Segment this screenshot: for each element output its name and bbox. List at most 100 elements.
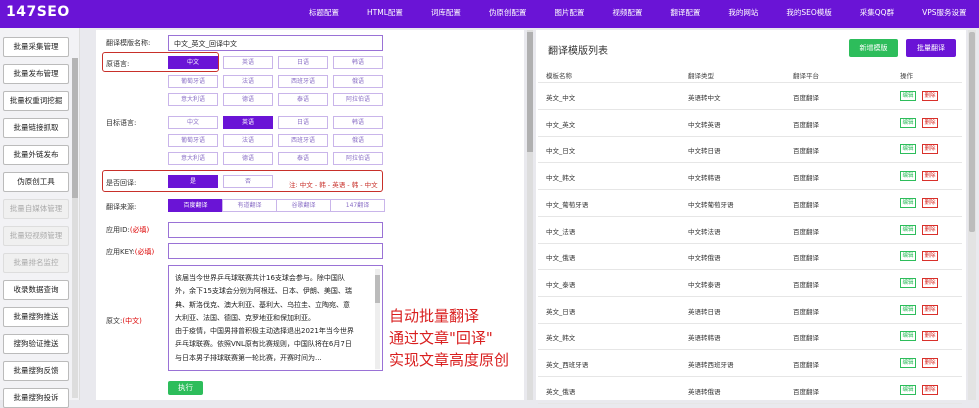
- nav-qq-group[interactable]: 采集QQ群: [846, 0, 908, 28]
- source-147[interactable]: 147翻译: [330, 199, 385, 212]
- delete-button[interactable]: 删除: [922, 144, 938, 154]
- sidebar-item-media-manage[interactable]: 批量自媒体管理: [3, 199, 69, 219]
- nav-video-config[interactable]: 视频配置: [598, 0, 656, 28]
- delete-button[interactable]: 删除: [922, 225, 938, 235]
- edit-button[interactable]: 编辑: [900, 278, 916, 288]
- nav-image-config[interactable]: 图片配置: [540, 0, 598, 28]
- sidebar-item-sogou-verify[interactable]: 搜狗验证推送: [3, 334, 69, 354]
- source-lang-chinese[interactable]: 中文: [168, 56, 218, 69]
- nav-my-sites[interactable]: 我的网站: [714, 0, 772, 28]
- edit-button[interactable]: 编辑: [900, 251, 916, 261]
- nav-translate-config[interactable]: 翻译配置: [656, 0, 714, 28]
- sidebar-item-rank-monitor[interactable]: 批量排名监控: [3, 253, 69, 273]
- source-lang-english[interactable]: 英语: [223, 56, 273, 69]
- appkey-input[interactable]: [168, 243, 383, 259]
- target-lang-french[interactable]: 法语: [223, 134, 273, 147]
- backtranslate-yes[interactable]: 是: [168, 175, 218, 188]
- nav-my-seo-templates[interactable]: 我的SEO模版: [772, 0, 845, 28]
- source-lang-korean[interactable]: 韩语: [333, 56, 383, 69]
- edit-button[interactable]: 编辑: [900, 198, 916, 208]
- delete-button[interactable]: 删除: [922, 358, 938, 368]
- sidebar-item-short-video[interactable]: 批量短视频管理: [3, 226, 69, 246]
- form-scroll-thumb[interactable]: [527, 32, 533, 152]
- delete-button[interactable]: 删除: [922, 198, 938, 208]
- delete-button[interactable]: 删除: [922, 331, 938, 341]
- edit-button[interactable]: 编辑: [900, 331, 916, 341]
- original-text-scrollbar[interactable]: [375, 269, 380, 369]
- template-name-input[interactable]: 中文_英文_回译中文: [168, 35, 383, 51]
- sidebar-item-sogou-push[interactable]: 批量搜狗推送: [3, 307, 69, 327]
- row-translate-type: 中文转法语: [688, 228, 721, 236]
- row-divider: [538, 269, 962, 270]
- delete-button[interactable]: 删除: [922, 278, 938, 288]
- sidebar-item-link-crawl[interactable]: 批量链接抓取: [3, 118, 69, 138]
- sidebar-scroll-thumb[interactable]: [72, 58, 78, 198]
- edit-button[interactable]: 编辑: [900, 305, 916, 315]
- app-logo[interactable]: 147SEO: [6, 4, 70, 20]
- sidebar-item-keyword-mining[interactable]: 批量权重词挖掘: [3, 91, 69, 111]
- batch-translate-button[interactable]: 批量翻译: [906, 39, 956, 57]
- edit-button[interactable]: 编辑: [900, 385, 916, 395]
- sidebar-item-sogou-feedback[interactable]: 批量搜狗反馈: [3, 361, 69, 381]
- page-scroll-thumb[interactable]: [969, 32, 975, 232]
- sidebar-item-batch-publish[interactable]: 批量发布管理: [3, 64, 69, 84]
- nav-rewrite-config[interactable]: 伪原创配置: [475, 0, 541, 28]
- source-google[interactable]: 谷歌翻译: [276, 199, 331, 212]
- source-lang-german[interactable]: 德语: [223, 93, 273, 106]
- row-divider: [538, 296, 962, 297]
- target-lang-arabic[interactable]: 阿拉伯语: [333, 152, 383, 165]
- row-divider: [538, 403, 962, 404]
- edit-button[interactable]: 编辑: [900, 171, 916, 181]
- new-template-button[interactable]: 新增模版: [849, 39, 898, 57]
- appid-input[interactable]: [168, 222, 383, 238]
- target-lang-german[interactable]: 德语: [223, 152, 273, 165]
- delete-button[interactable]: 删除: [922, 91, 938, 101]
- nav-title-config[interactable]: 标题配置: [295, 0, 353, 28]
- edit-button[interactable]: 编辑: [900, 144, 916, 154]
- nav-html-config[interactable]: HTML配置: [353, 0, 417, 28]
- column-header-platform: 翻译平台: [793, 72, 819, 80]
- delete-button[interactable]: 删除: [922, 385, 938, 395]
- sidebar-item-rewrite-tool[interactable]: 伪原创工具: [3, 172, 69, 192]
- source-lang-italian[interactable]: 意大利语: [168, 93, 218, 106]
- source-lang-spanish[interactable]: 西班牙语: [278, 75, 328, 88]
- delete-button[interactable]: 删除: [922, 251, 938, 261]
- edit-button[interactable]: 编辑: [900, 225, 916, 235]
- sidebar-item-index-query[interactable]: 收录数据查询: [3, 280, 69, 300]
- page-scrollbar[interactable]: [968, 30, 976, 400]
- target-lang-japanese[interactable]: 日语: [278, 116, 328, 129]
- original-text-area[interactable]: 该届当今世界乒乓球联赛共计16支球会参与。除中国队 外，余下15支球会分别为阿根…: [168, 265, 383, 371]
- source-lang-russian[interactable]: 俄语: [333, 75, 383, 88]
- target-lang-english[interactable]: 英语: [223, 116, 273, 129]
- delete-button[interactable]: 删除: [922, 118, 938, 128]
- backtranslate-no[interactable]: 否: [223, 175, 273, 188]
- delete-button[interactable]: 删除: [922, 171, 938, 181]
- source-lang-portuguese[interactable]: 葡萄牙语: [168, 75, 218, 88]
- edit-button[interactable]: 编辑: [900, 118, 916, 128]
- delete-button[interactable]: 删除: [922, 305, 938, 315]
- execute-button[interactable]: 执行: [168, 381, 203, 395]
- sidebar-item-backlink-publish[interactable]: 批量外链发布: [3, 145, 69, 165]
- form-scrollbar[interactable]: [527, 30, 533, 400]
- target-lang-russian[interactable]: 俄语: [333, 134, 383, 147]
- target-lang-italian[interactable]: 意大利语: [168, 152, 218, 165]
- source-lang-arabic[interactable]: 阿拉伯语: [333, 93, 383, 106]
- edit-button[interactable]: 编辑: [900, 358, 916, 368]
- nav-lexicon-config[interactable]: 词库配置: [417, 0, 475, 28]
- edit-button[interactable]: 编辑: [900, 91, 916, 101]
- sidebar-scrollbar[interactable]: [72, 58, 78, 398]
- source-lang-japanese[interactable]: 日语: [278, 56, 328, 69]
- original-text-scroll-thumb[interactable]: [375, 275, 380, 303]
- source-youdao[interactable]: 有道翻译: [222, 199, 277, 212]
- source-baidu[interactable]: 百度翻译: [168, 199, 223, 212]
- source-lang-thai[interactable]: 泰语: [278, 93, 328, 106]
- target-lang-spanish[interactable]: 西班牙语: [278, 134, 328, 147]
- target-lang-chinese[interactable]: 中文: [168, 116, 218, 129]
- nav-vps-settings[interactable]: VPS服务设置: [908, 0, 979, 28]
- target-lang-korean[interactable]: 韩语: [333, 116, 383, 129]
- source-lang-french[interactable]: 法语: [223, 75, 273, 88]
- sidebar-item-batch-collect[interactable]: 批量采集管理: [3, 37, 69, 57]
- sidebar-item-sogou-complaint[interactable]: 批量搜狗投诉: [3, 388, 69, 408]
- target-lang-portuguese[interactable]: 葡萄牙语: [168, 134, 218, 147]
- target-lang-thai[interactable]: 泰语: [278, 152, 328, 165]
